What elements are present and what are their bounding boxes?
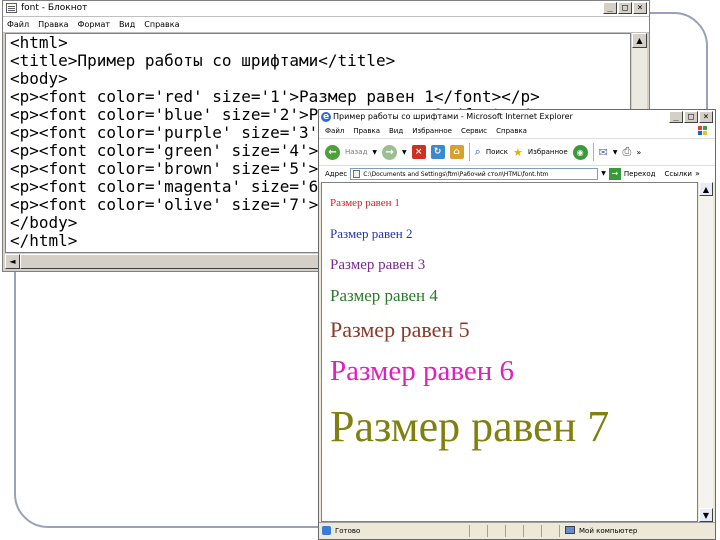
scroll-thumb[interactable]: [20, 254, 320, 269]
maximize-button[interactable]: □: [684, 111, 698, 123]
go-arrow-icon[interactable]: →: [608, 168, 621, 180]
media-icon[interactable]: ◉: [572, 144, 588, 160]
address-value: C:\Documents and Settings\ftm\Рабочий ст…: [363, 171, 549, 178]
links-label[interactable]: Ссылки: [664, 166, 692, 182]
stop-icon[interactable]: ×: [411, 145, 426, 159]
page-icon: [353, 170, 361, 178]
ie-statusbar: Готово Мой компьютер: [319, 522, 715, 539]
favorites-star-icon[interactable]: ★: [513, 146, 523, 159]
scroll-left-icon[interactable]: ◄: [5, 254, 20, 269]
scroll-up-icon[interactable]: ▲: [632, 33, 647, 48]
status-divider: [541, 525, 542, 537]
code-line: <p><font color='red' size='1'>Размер рав…: [10, 87, 540, 106]
font-size-3-text: Размер равен 3: [330, 257, 426, 273]
ie-page-content: Размер равен 1 Размер равен 2 Размер рав…: [321, 182, 698, 522]
toolbar-separator: [468, 143, 470, 161]
close-button[interactable]: ×: [633, 2, 647, 14]
status-divider: [487, 525, 488, 537]
address-label: Адрес: [325, 170, 348, 178]
close-button[interactable]: ×: [699, 111, 713, 123]
font-size-4-text: Размер равен 4: [330, 286, 438, 305]
zone-text: Мой компьютер: [579, 527, 638, 535]
search-icon[interactable]: ⌕: [475, 145, 481, 159]
ie-icon: [321, 110, 331, 124]
code-line: <html>: [10, 33, 68, 52]
code-line: <title>Пример работы со шрифтами</title>: [10, 51, 396, 70]
menu-view[interactable]: Вид: [389, 124, 403, 138]
status-page-icon: [322, 526, 331, 535]
status-divider: [469, 525, 470, 537]
menu-favorites[interactable]: Избранное: [412, 124, 452, 138]
chevron-down-icon[interactable]: ▼: [613, 149, 618, 156]
status-divider: [523, 525, 524, 537]
menu-file[interactable]: Файл: [7, 17, 29, 32]
font-size-1-text: Размер равен 1: [330, 197, 400, 209]
chevron-down-icon[interactable]: ▼: [402, 149, 407, 156]
menu-tools[interactable]: Сервис: [461, 124, 487, 138]
print-icon[interactable]: ⎙: [623, 145, 632, 159]
forward-arrow-icon[interactable]: →: [382, 144, 398, 160]
ie-window: Пример работы со шрифтами - Microsoft In…: [318, 109, 716, 540]
menu-edit[interactable]: Правка: [38, 17, 68, 32]
font-size-5-text: Размер равен 5: [330, 317, 470, 342]
minimize-button[interactable]: _: [669, 111, 683, 123]
ie-vertical-scrollbar[interactable]: ▲ ▼: [699, 182, 713, 522]
status-divider: [505, 525, 506, 537]
code-line: <body>: [10, 69, 68, 88]
font-size-6-text: Размер равен 6: [330, 355, 515, 387]
font-size-2-text: Размер равен 2: [330, 226, 413, 241]
ie-addressbar: Адрес C:\Documents and Settings\ftm\Рабо…: [319, 166, 715, 182]
menu-file[interactable]: Файл: [325, 124, 344, 138]
back-arrow-icon[interactable]: ←: [325, 144, 340, 160]
toolbar-separator: [592, 143, 594, 161]
status-divider: [559, 525, 560, 537]
back-label[interactable]: Назад: [345, 148, 367, 156]
menu-edit[interactable]: Правка: [353, 124, 380, 138]
status-text: Готово: [335, 527, 361, 535]
refresh-icon[interactable]: ↻: [430, 145, 445, 159]
address-input[interactable]: C:\Documents and Settings\ftm\Рабочий ст…: [350, 168, 599, 180]
notepad-menubar: Файл Правка Формат Вид Справка: [3, 17, 649, 33]
home-icon[interactable]: ⌂: [449, 145, 464, 159]
ie-menubar: Файл Правка Вид Избранное Сервис Справка: [319, 124, 715, 138]
ie-titlebar[interactable]: Пример работы со шрифтами - Microsoft In…: [319, 110, 715, 124]
scroll-up-icon[interactable]: ▲: [699, 182, 713, 196]
ie-title: Пример работы со шрифтами - Microsoft In…: [333, 112, 573, 121]
maximize-button[interactable]: □: [618, 2, 632, 14]
chevron-down-icon[interactable]: ▼: [372, 149, 377, 156]
search-label[interactable]: Поиск: [486, 148, 508, 156]
go-label[interactable]: Переход: [624, 166, 656, 182]
menu-help[interactable]: Справка: [144, 17, 179, 32]
more-chevron-icon[interactable]: »: [695, 166, 700, 182]
minimize-button[interactable]: _: [603, 2, 617, 14]
chevron-down-icon[interactable]: ▼: [601, 166, 606, 182]
ie-toolbar: ← Назад ▼ → ▼ × ↻ ⌂ ⌕ Поиск ★ Избранное …: [319, 138, 715, 166]
menu-view[interactable]: Вид: [119, 17, 135, 32]
favorites-label[interactable]: Избранное: [528, 148, 568, 156]
menu-format[interactable]: Формат: [78, 17, 110, 32]
notepad-icon: [6, 3, 17, 13]
notepad-title: font - Блокнот: [21, 3, 88, 13]
menu-help[interactable]: Справка: [496, 124, 527, 138]
computer-icon: [565, 526, 575, 534]
windows-logo-icon: [698, 126, 707, 135]
scroll-down-icon[interactable]: ▼: [699, 508, 713, 522]
mail-icon[interactable]: ✉: [599, 146, 608, 159]
more-chevron-icon[interactable]: »: [636, 148, 641, 157]
font-size-7-text: Размер равен 7: [330, 402, 610, 451]
notepad-titlebar[interactable]: font - Блокнот _ □ ×: [3, 1, 649, 17]
